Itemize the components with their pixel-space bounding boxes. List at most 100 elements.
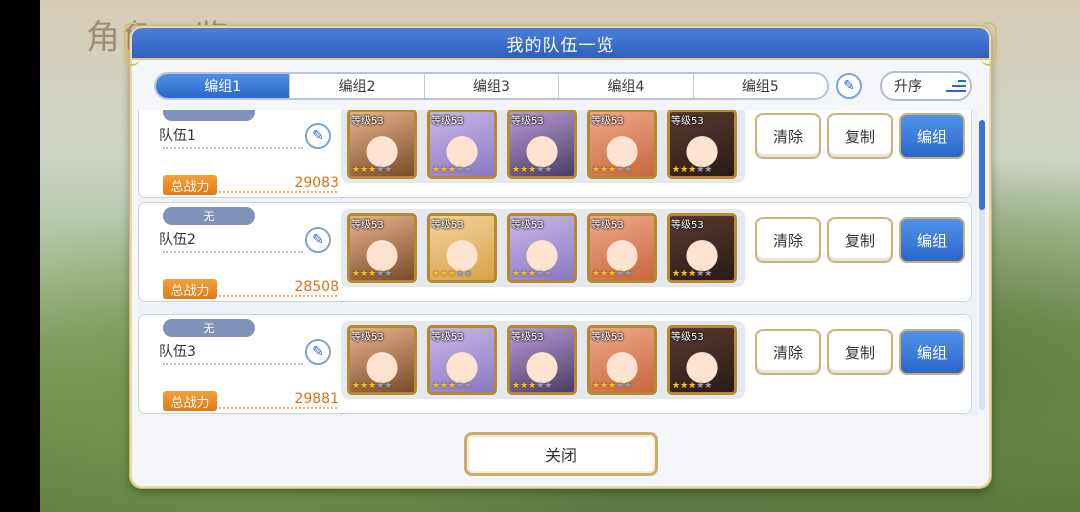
character-level: 等级53 [511,116,544,127]
character-level: 等级53 [431,332,464,343]
copy-button[interactable]: 复制 [827,217,893,263]
scrollbar-thumb[interactable] [979,120,985,210]
member-slots: 等级53 ★★★★★ 等级53 ★★★★★ 等级53 ★★★★★ 等级53 ★★… [341,321,745,399]
character-level: 等级53 [431,220,464,231]
character-portrait[interactable]: 等级53 ★★★★★ [347,213,417,283]
star-rating-icon: ★★★★★ [512,381,553,391]
team-tag-badge: 无 [163,319,255,337]
star-rating-icon: ★★★★★ [592,269,633,279]
close-button[interactable]: 关闭 [464,432,658,476]
team-card: 无 队伍2 ✎ 总战力 28508 等级53 ★★★★★ 等级53 ★★★★★ … [138,202,972,302]
pencil-icon: ✎ [843,78,855,94]
pencil-icon: ✎ [312,232,324,248]
team-tag-badge [163,110,255,121]
character-level: 等级53 [511,220,544,231]
divider [219,191,337,193]
character-portrait[interactable]: 等级53 ★★★★★ [667,325,737,395]
character-portrait[interactable]: 等级53 ★★★★★ [667,110,737,179]
tab-group-1[interactable]: 编组1 [156,74,291,98]
tab-group-2[interactable]: 编组2 [290,74,425,98]
character-portrait[interactable]: 等级53 ★★★★★ [507,325,577,395]
clear-button[interactable]: 清除 [755,113,821,159]
team-card: 队伍1 ✎ 总战力 29083 等级53 ★★★★★ 等级53 ★★★★★ 等级… [138,110,972,198]
team-list: 队伍1 ✎ 总战力 29083 等级53 ★★★★★ 等级53 ★★★★★ 等级… [138,110,978,416]
character-level: 等级53 [431,116,464,127]
dialog-title: 我的队伍一览 [506,35,615,56]
copy-button[interactable]: 复制 [827,329,893,375]
divider [163,147,303,149]
team-list-dialog: 我的队伍一览 编组1 编组2 编组3 编组4 编组5 ✎ 升序 队伍1 ✎ 总战… [124,22,997,488]
character-level: 等级53 [591,116,624,127]
character-portrait[interactable]: 等级53 ★★★★★ [507,110,577,179]
clear-button[interactable]: 清除 [755,329,821,375]
team-card: 无 队伍3 ✎ 总战力 29881 等级53 ★★★★★ 等级53 ★★★★★ … [138,314,972,414]
edit-team-button[interactable]: 编组 [899,329,965,375]
total-power-value: 28508 [294,279,339,295]
character-level: 等级53 [671,220,704,231]
character-portrait[interactable]: 等级53 ★★★★★ [347,325,417,395]
star-rating-icon: ★★★★★ [592,165,633,175]
star-rating-icon: ★★★★★ [672,381,713,391]
star-rating-icon: ★★★★★ [512,165,553,175]
sort-ascending-icon [946,80,966,92]
device-left-bar [0,0,40,512]
star-rating-icon: ★★★★★ [352,269,393,279]
star-rating-icon: ★★★★★ [352,381,393,391]
character-level: 等级53 [671,116,704,127]
edit-group-name-button[interactable]: ✎ [836,73,862,99]
scrollbar[interactable] [979,120,985,410]
member-slots: 等级53 ★★★★★ 等级53 ★★★★★ 等级53 ★★★★★ 等级53 ★★… [341,110,745,183]
star-rating-icon: ★★★★★ [592,381,633,391]
sort-button[interactable]: 升序 [880,71,972,101]
total-power-label: 总战力 [163,279,217,299]
character-portrait[interactable]: 等级53 ★★★★★ [427,110,497,179]
character-level: 等级53 [511,332,544,343]
edit-team-button[interactable]: 编组 [899,113,965,159]
copy-button[interactable]: 复制 [827,113,893,159]
edit-team-button[interactable]: 编组 [899,217,965,263]
sort-label: 升序 [894,79,922,95]
divider [219,295,337,297]
character-portrait[interactable]: 等级53 ★★★★★ [507,213,577,283]
divider [163,363,303,365]
tab-group-4[interactable]: 编组4 [559,74,694,98]
character-portrait[interactable]: 等级53 ★★★★★ [587,213,657,283]
total-power-value: 29083 [294,175,339,191]
character-level: 等级53 [671,332,704,343]
character-level: 等级53 [591,332,624,343]
character-portrait[interactable]: 等级53 ★★★★★ [347,110,417,179]
clear-button[interactable]: 清除 [755,217,821,263]
edit-team-name-button[interactable]: ✎ [305,227,331,253]
star-rating-icon: ★★★★★ [672,269,713,279]
character-level: 等级53 [351,116,384,127]
edit-team-name-button[interactable]: ✎ [305,339,331,365]
team-tag-badge: 无 [163,207,255,225]
character-level: 等级53 [591,220,624,231]
tab-group-5[interactable]: 编组5 [694,74,827,98]
character-portrait[interactable]: 等级53 ★★★★★ [667,213,737,283]
character-level: 等级53 [351,220,384,231]
member-slots: 等级53 ★★★★★ 等级53 ★★★★★ 等级53 ★★★★★ 等级53 ★★… [341,209,745,287]
star-rating-icon: ★★★★★ [352,165,393,175]
divider [163,251,303,253]
tab-group-3[interactable]: 编组3 [425,74,560,98]
star-rating-icon: ★★★★★ [432,269,473,279]
character-portrait[interactable]: 等级53 ★★★★★ [587,325,657,395]
star-rating-icon: ★★★★★ [512,269,553,279]
pencil-icon: ✎ [312,128,324,144]
star-rating-icon: ★★★★★ [432,381,473,391]
character-portrait[interactable]: 等级53 ★★★★★ [587,110,657,179]
character-portrait[interactable]: 等级53 ★★★★★ [427,325,497,395]
total-power-label: 总战力 [163,391,217,411]
team-name: 队伍1 [159,128,196,144]
character-level: 等级53 [351,332,384,343]
divider [219,407,337,409]
team-name: 队伍3 [159,344,196,360]
pencil-icon: ✎ [312,344,324,360]
star-rating-icon: ★★★★★ [672,165,713,175]
team-name: 队伍2 [159,232,196,248]
star-rating-icon: ★★★★★ [432,165,473,175]
total-power-label: 总战力 [163,175,217,195]
edit-team-name-button[interactable]: ✎ [305,123,331,149]
character-portrait[interactable]: 等级53 ★★★★★ [427,213,497,283]
